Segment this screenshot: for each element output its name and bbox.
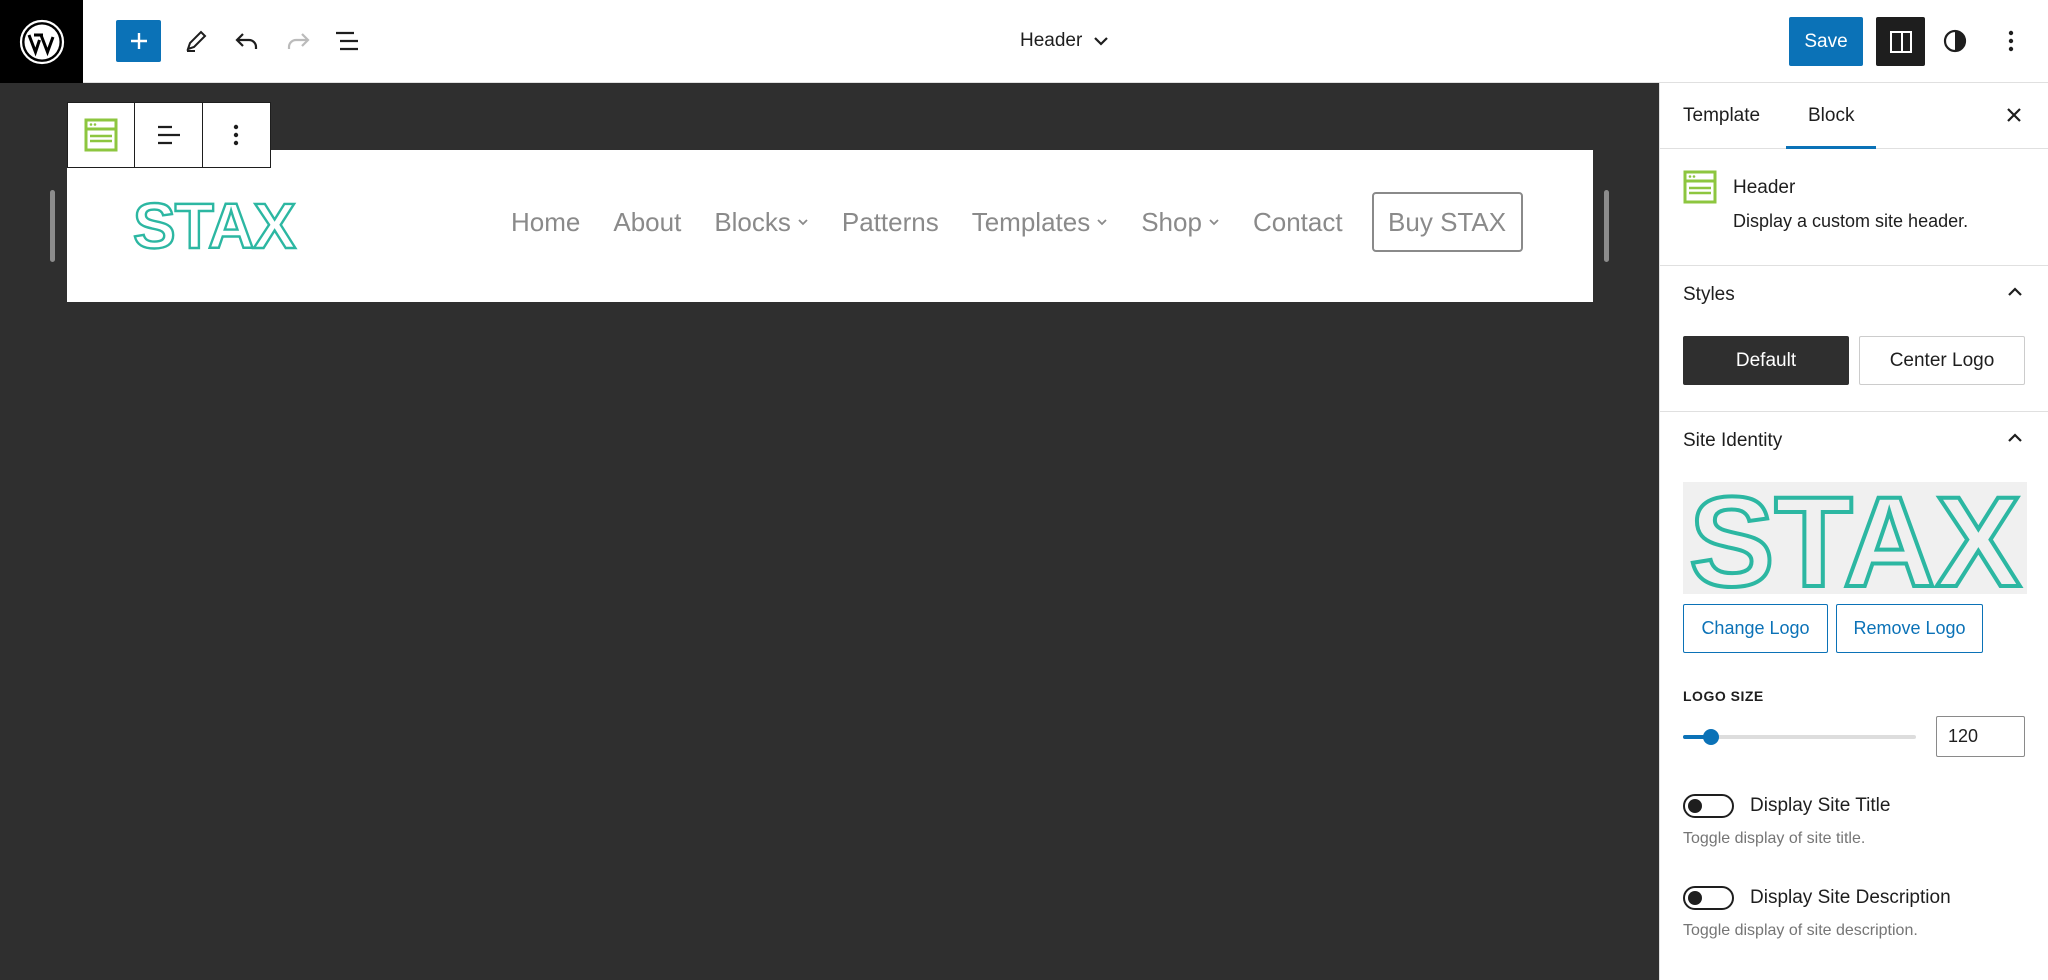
site-logo-text: STAX (133, 194, 296, 254)
align-left-icon (157, 125, 180, 145)
styles-panel: Styles Default Center Logo (1660, 266, 2048, 412)
site-identity-panel: Site Identity STAX Change Logo Remove Lo… (1660, 412, 2048, 940)
block-card-title: Header (1733, 177, 1796, 198)
more-vertical-icon (2008, 30, 2014, 52)
style-option-default[interactable]: Default (1683, 336, 1849, 385)
styles-button[interactable] (1932, 18, 1978, 64)
toggle-row-site-title[interactable]: Display Site Title (1683, 794, 2025, 818)
nav-item-label: About (613, 206, 682, 237)
editor-header: Header Save (0, 0, 2048, 83)
toggle-help-text: Toggle display of site description. (1683, 922, 1918, 939)
add-block-button[interactable] (116, 20, 161, 62)
nav-item-shop[interactable]: Shop (1141, 207, 1220, 238)
nav-item-label: Blocks (714, 206, 791, 237)
logo-size-slider[interactable] (1683, 729, 1916, 745)
chevron-down-icon (798, 219, 808, 226)
nav-item-label: Contact (1252, 206, 1343, 237)
style-option-center-logo[interactable]: Center Logo (1859, 336, 2025, 385)
site-identity-toggles: Display Site Title Toggle display of site… (1660, 794, 2048, 940)
plus-icon (130, 33, 147, 49)
chevron-down-icon (1094, 37, 1109, 46)
toggle-switch[interactable] (1683, 886, 1734, 910)
redo-button[interactable] (275, 18, 321, 64)
save-button[interactable]: Save (1789, 17, 1863, 66)
logo-size-control (1683, 716, 2025, 758)
align-button[interactable] (135, 103, 203, 167)
header-block-icon (84, 118, 118, 152)
nav-item-label: Patterns (841, 206, 939, 237)
nav-item-label: Shop (1141, 206, 1202, 237)
resize-handle-left[interactable] (50, 190, 55, 262)
chevron-up-icon (2008, 287, 2022, 296)
site-identity-heading: Site Identity (1683, 430, 1783, 451)
chevron-up-icon (2008, 433, 2022, 442)
nav-item-label: Home (511, 206, 581, 237)
logo-size-slider-thumb[interactable] (1702, 729, 1719, 745)
list-view-button[interactable] (324, 18, 370, 64)
nav-item-contact[interactable]: Contact (1253, 207, 1343, 238)
toggle-help-text: Toggle display of site title. (1683, 830, 1866, 847)
list-view-icon (336, 31, 358, 51)
buy-stax-button[interactable]: Buy STAX (1371, 192, 1523, 252)
tab-block[interactable]: Block (1785, 83, 1878, 149)
nav-item-home[interactable]: Home (511, 207, 580, 238)
undo-button[interactable] (224, 18, 270, 64)
toggle-row-site-description[interactable]: Display Site Description (1683, 886, 2025, 910)
toggle-label: Display Site Title (1750, 795, 1891, 816)
half-circle-icon (1943, 29, 1967, 53)
styles-panel-toggle[interactable]: Styles (1660, 266, 2048, 324)
nav-item-blocks[interactable]: Blocks (714, 207, 809, 238)
styles-panel-heading: Styles (1683, 284, 1735, 305)
redo-icon (287, 33, 310, 49)
nav-item-about[interactable]: About (613, 207, 681, 238)
more-vertical-icon (234, 124, 239, 146)
site-navigation: Home About Blocks Patterns Templates Shop Cont… (511, 192, 1523, 252)
block-options-button[interactable] (203, 103, 270, 167)
close-sidebar-button[interactable] (1996, 97, 2032, 133)
site-identity-panel-toggle[interactable]: Site Identity (1660, 412, 2048, 470)
document-title: Header (1020, 30, 1083, 51)
toggle-switch[interactable] (1683, 794, 1734, 818)
tab-template[interactable]: Template (1683, 83, 1760, 149)
header-block[interactable]: STAX Home About Blocks Patterns Templates Sho… (67, 150, 1593, 302)
tools-button[interactable] (173, 18, 219, 64)
change-logo-button[interactable]: Change Logo (1683, 604, 1828, 653)
settings-sidebar: Template Block Header Display a custom s… (1659, 83, 2048, 980)
block-card: Header Display a custom site header. (1660, 149, 2048, 266)
block-type-button[interactable] (68, 103, 136, 167)
logo-preview[interactable]: STAX (1683, 482, 2027, 594)
header-block-icon (1683, 170, 1717, 209)
document-title-dropdown[interactable]: Header (1020, 20, 1110, 62)
nav-item-patterns[interactable]: Patterns (842, 207, 939, 238)
logo-size-input[interactable] (1936, 716, 2025, 757)
resize-handle-right[interactable] (1604, 190, 1609, 262)
nav-item-label: Templates (971, 206, 1091, 237)
settings-toggle-button[interactable] (1876, 17, 1925, 66)
options-button[interactable] (1988, 18, 2034, 64)
logo-preview-text: STAX (1689, 484, 2021, 592)
sidebar-tabs: Template Block (1660, 83, 2048, 149)
block-card-description: Display a custom site header. (1733, 211, 1969, 231)
wordpress-icon[interactable] (0, 0, 83, 83)
nav-item-templates[interactable]: Templates (972, 207, 1109, 238)
toggle-label: Display Site Description (1750, 887, 1951, 908)
undo-icon (235, 33, 258, 49)
style-options: Default Center Logo (1660, 336, 2048, 385)
chevron-down-icon (1209, 219, 1219, 226)
close-icon (2007, 108, 2021, 122)
logo-size-label: LOGO SIZE (1683, 688, 1764, 704)
remove-logo-button[interactable]: Remove Logo (1836, 604, 1983, 653)
block-toolbar (67, 102, 271, 168)
site-logo[interactable]: STAX (132, 189, 303, 263)
sidebar-icon (1889, 30, 1912, 53)
chevron-down-icon (1097, 219, 1107, 226)
logo-actions: Change Logo Remove Logo (1660, 594, 2048, 653)
pencil-icon (186, 30, 207, 52)
